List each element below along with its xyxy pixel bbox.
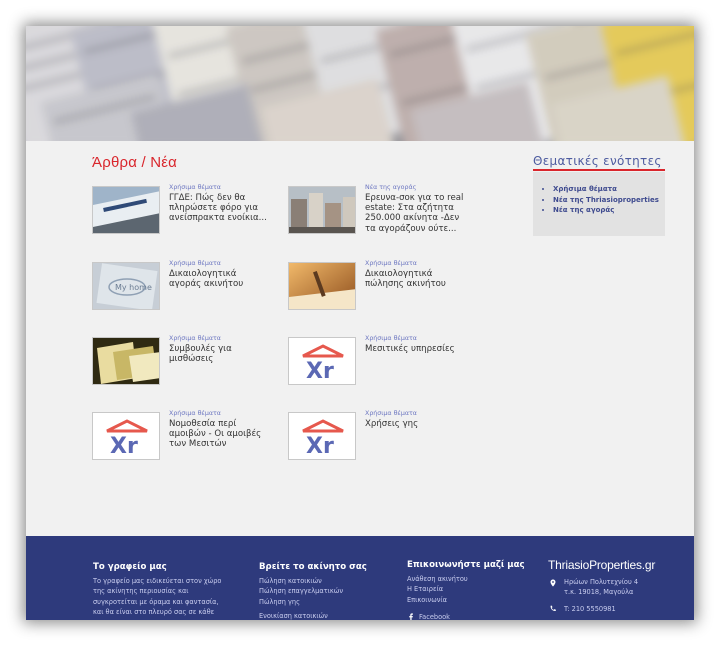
footer-link-sale-land[interactable]: Πώληση γης (259, 597, 343, 607)
page-title: Άρθρα / Νέα (92, 154, 177, 171)
footer-office-title: Το γραφείο μας (93, 562, 167, 572)
footer-link-rent-homes[interactable]: Ενοικίαση κατοικιών (259, 611, 343, 620)
article-title-link[interactable]: Χρήσεις γης (365, 419, 465, 429)
footer-contact-links: Ανάθεση ακινήτου Η Εταιρεία Επικοινωνία (407, 574, 468, 605)
sidebar-item-company-news[interactable]: Νέα της Thriasioproperties (553, 195, 665, 206)
svg-text:Xr: Xr (306, 434, 334, 459)
footer-link-contact[interactable]: Επικοινωνία (407, 595, 468, 605)
article-category-link[interactable]: Χρήσιμα θέματα (365, 260, 417, 267)
article-category-link[interactable]: Χρήσιμα θέματα (169, 410, 221, 417)
article-card[interactable]: Xr Χρήσιμα θέματα Νομοθεσία περί αμοιβών… (92, 410, 272, 472)
footer-address: Ηρώων Πολυτεχνίου 4 τ.κ. 19018, Μαγούλα (564, 578, 639, 597)
article-thumbnail[interactable] (92, 337, 160, 385)
svg-text:Xr: Xr (306, 359, 334, 384)
footer-link-sale-commercial[interactable]: Πώληση επαγγελματικών (259, 586, 343, 596)
facebook-icon[interactable] (407, 613, 415, 620)
article-category-link[interactable]: Νέα της αγοράς (365, 184, 416, 191)
article-category-link[interactable]: Χρήσιμα θέματα (169, 184, 221, 191)
article-card[interactable]: Xr Χρήσιμα θέματα Χρήσεις γης (288, 410, 468, 472)
sidebar-divider (533, 169, 665, 171)
article-thumbnail[interactable] (92, 186, 160, 234)
sidebar-categories: Χρήσιμα θέματα Νέα της Thriasiopropertie… (533, 172, 665, 236)
footer-phone: T: 210 5550981 (564, 605, 616, 613)
site-footer: Το γραφείο μας Το γραφείο μας ειδικεύετα… (26, 536, 694, 620)
svg-text:Xr: Xr (110, 434, 138, 459)
footer-link-sale-homes[interactable]: Πώληση κατοικιών (259, 576, 343, 586)
article-card[interactable]: Χρήσιμα θέματα Δικαιολογητικά πώλησης ακ… (288, 260, 468, 322)
footer-contact-title: Επικοινωνήστε μαζί μας (407, 560, 525, 570)
article-thumbnail[interactable]: My home (92, 262, 160, 310)
article-title-link[interactable]: Νομοθεσία περί αμοιβών - Οι αμοιβές των … (169, 419, 269, 450)
footer-office-text: Το γραφείο μας ειδικεύεται στον χώρο της… (93, 577, 222, 617)
article-thumbnail[interactable]: Xr (288, 337, 356, 385)
article-card[interactable]: Χρήσιμα θέματα ΓΓΔΕ: Πώς δεν θα πληρώσετ… (92, 184, 272, 246)
map-pin-icon (550, 579, 556, 587)
article-category-link[interactable]: Χρήσιμα θέματα (169, 260, 221, 267)
article-thumbnail[interactable] (288, 186, 356, 234)
footer-link-company[interactable]: Η Εταιρεία (407, 584, 468, 594)
article-category-link[interactable]: Χρήσιμα θέματα (365, 410, 417, 417)
page-frame: Άρθρα / Νέα Χρήσιμα θέματα ΓΓΔΕ: Πώς δεν… (26, 26, 694, 620)
footer-find-title: Βρείτε το ακίνητο σας (259, 562, 367, 572)
svg-text:My home: My home (115, 283, 152, 292)
article-thumbnail[interactable]: Xr (288, 412, 356, 460)
article-title-link[interactable]: Δικαιολογητικά αγοράς ακινήτου (169, 269, 269, 289)
hero-banner (26, 26, 694, 141)
sidebar-item-useful-topics[interactable]: Χρήσιμα θέματα (553, 184, 665, 195)
footer-find-links: Πώληση κατοικιών Πώληση επαγγελματικών Π… (259, 576, 343, 620)
phone-icon (550, 605, 556, 612)
article-thumbnail[interactable] (288, 262, 356, 310)
article-thumbnail[interactable]: Xr (92, 412, 160, 460)
article-card[interactable]: Χρήσιμα θέματα Συμβουλές για μισθώσεις (92, 335, 272, 397)
company-logo-icon: Xr (289, 338, 355, 384)
sidebar-title: Θεματικές ενότητες (533, 154, 662, 168)
article-category-link[interactable]: Χρήσιμα θέματα (169, 335, 221, 342)
sidebar-item-market-news[interactable]: Νέα της αγοράς (553, 205, 665, 216)
article-card[interactable]: My home Χρήσιμα θέματα Δικαιολογητικά αγ… (92, 260, 272, 322)
article-category-link[interactable]: Χρήσιμα θέματα (365, 335, 417, 342)
article-title-link[interactable]: Δικαιολογητικά πώλησης ακινήτου (365, 269, 465, 289)
footer-link-assign-property[interactable]: Ανάθεση ακινήτου (407, 574, 468, 584)
footer-link-facebook[interactable]: Facebook (419, 612, 450, 620)
article-title-link[interactable]: ΓΓΔΕ: Πώς δεν θα πληρώσετε φόρο για ανεί… (169, 193, 269, 224)
article-title-link[interactable]: Ερευνα-σοκ για το real estate: Στα αζήτη… (365, 193, 465, 234)
company-logo-icon: Xr (93, 413, 159, 459)
article-title-link[interactable]: Μεσιτικές υπηρεσίες (365, 344, 465, 354)
company-logo-icon: Xr (289, 413, 355, 459)
article-card[interactable]: Νέα της αγοράς Ερευνα-σοκ για το real es… (288, 184, 468, 246)
footer-brand: ThriasioProperties.gr (548, 558, 656, 572)
article-title-link[interactable]: Συμβουλές για μισθώσεις (169, 344, 269, 364)
article-card[interactable]: Xr Χρήσιμα θέματα Μεσιτικές υπηρεσίες (288, 335, 468, 397)
